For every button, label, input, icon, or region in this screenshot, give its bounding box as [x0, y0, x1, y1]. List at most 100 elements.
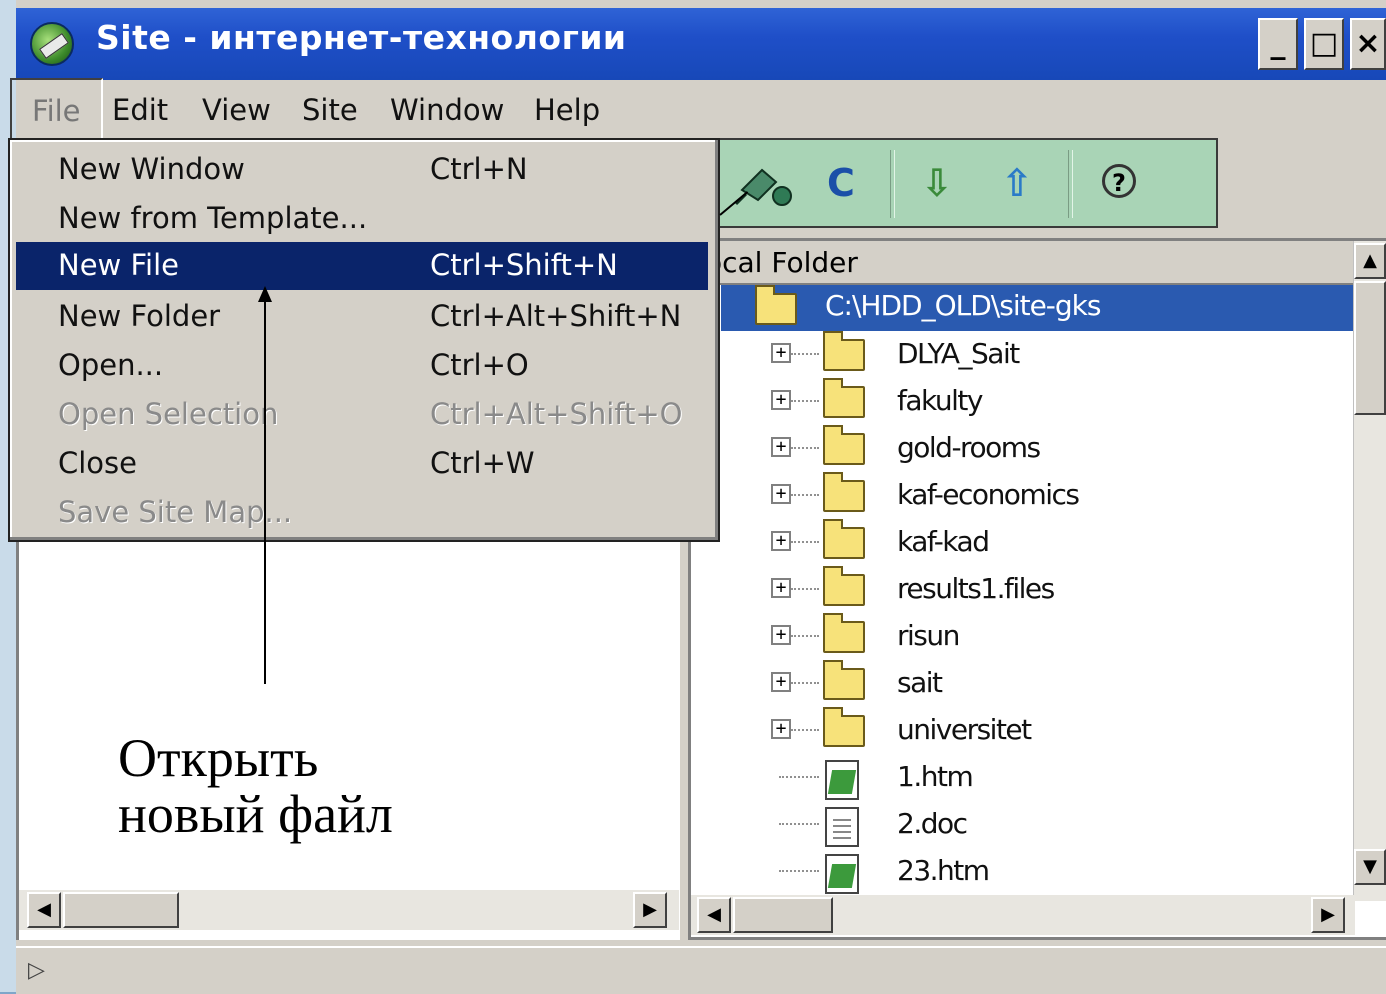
- scroll-right-button[interactable]: ▶: [1311, 897, 1345, 933]
- put-up-icon[interactable]: ⇧: [994, 160, 1040, 206]
- annotation-arrow-line: [264, 296, 266, 684]
- folder-icon: [823, 472, 865, 512]
- scroll-thumb[interactable]: [63, 892, 179, 928]
- expand-icon[interactable]: +: [771, 578, 791, 598]
- tree-item-label: 23.htm: [897, 854, 990, 887]
- menu-item-shortcut: Ctrl+Alt+Shift+N: [430, 299, 682, 333]
- doc-file-icon: [825, 807, 859, 847]
- folder-icon: [823, 331, 865, 371]
- expand-icon[interactable]: +: [771, 390, 791, 410]
- column-header-local-folder[interactable]: ocal Folder: [691, 241, 1355, 285]
- menu-edit[interactable]: Edit: [112, 90, 168, 130]
- expand-icon[interactable]: +: [771, 484, 791, 504]
- expand-icon[interactable]: +: [771, 531, 791, 551]
- file-menu-dropdown: New Window Ctrl+N New from Template... N…: [8, 138, 720, 542]
- status-bar: ▷: [16, 946, 1386, 994]
- menu-item-open-selection: Open Selection Ctrl+Alt+Shift+O: [16, 391, 708, 439]
- tree-item[interactable]: + fakulty: [771, 378, 1331, 426]
- menu-item-shortcut: Ctrl+N: [430, 152, 528, 186]
- tree-root-row[interactable]: C:\HDD_OLD\site-gks: [721, 285, 1357, 331]
- expand-icon[interactable]: +: [771, 343, 791, 363]
- tree-item[interactable]: 1.htm: [771, 756, 1331, 802]
- menu-item-label: New Folder: [58, 299, 221, 333]
- tree-item[interactable]: + kaf-economics: [771, 472, 1331, 520]
- expand-icon[interactable]: +: [771, 719, 791, 739]
- refresh-icon[interactable]: C: [818, 160, 864, 206]
- menu-item-new-folder[interactable]: New Folder Ctrl+Alt+Shift+N: [16, 293, 708, 341]
- menu-item-label: Open Selection: [58, 397, 279, 431]
- htm-file-icon: [825, 760, 859, 800]
- expand-icon[interactable]: +: [771, 625, 791, 645]
- scroll-left-button[interactable]: ◀: [27, 892, 61, 928]
- menu-item-shortcut: Ctrl+W: [430, 446, 535, 480]
- scroll-thumb[interactable]: [733, 897, 833, 933]
- menu-window[interactable]: Window: [390, 90, 504, 130]
- minimize-button[interactable]: _: [1258, 18, 1298, 70]
- scroll-down-button[interactable]: ▼: [1354, 849, 1386, 885]
- tree-item[interactable]: + risun: [771, 613, 1331, 661]
- scroll-left-button[interactable]: ◀: [697, 897, 731, 933]
- toolbar-separator: [1068, 150, 1073, 218]
- menu-item-label: Save Site Map...: [58, 495, 293, 529]
- annotation-line-2: новый файл: [118, 784, 393, 844]
- local-folder-pane[interactable]: ocal Folder C:\HDD_OLD\site-gks + DLYA_S…: [688, 238, 1386, 940]
- expand-icon[interactable]: +: [771, 672, 791, 692]
- maximize-button[interactable]: □: [1304, 18, 1344, 70]
- menu-item-save-site-map: Save Site Map...: [16, 489, 708, 537]
- tree-item[interactable]: + kaf-kad: [771, 519, 1331, 567]
- folder-icon: [823, 707, 865, 747]
- tree-item[interactable]: + sait: [771, 660, 1331, 708]
- folder-icon: [823, 425, 865, 465]
- menu-item-label: Close: [58, 446, 137, 480]
- expand-icon[interactable]: +: [771, 437, 791, 457]
- annotation-arrow-head: [258, 286, 272, 302]
- app-icon: [30, 22, 74, 66]
- tree-item[interactable]: 2.doc: [771, 803, 1331, 849]
- open-folder-icon: [755, 285, 797, 325]
- get-down-icon[interactable]: ⇩: [914, 160, 960, 206]
- title-bar[interactable]: Site - интернет-технологии _ □ ×: [16, 8, 1386, 80]
- menu-item-label: New File: [58, 248, 179, 282]
- menu-item-new-window[interactable]: New Window Ctrl+N: [16, 146, 708, 194]
- tree-item[interactable]: + gold-rooms: [771, 425, 1331, 473]
- tree-item[interactable]: + results1.files: [771, 566, 1331, 614]
- tree-item-label: universitet: [897, 713, 1032, 746]
- close-button[interactable]: ×: [1350, 18, 1386, 70]
- tree-item-label: 1.htm: [897, 760, 974, 793]
- annotation-line-1: Открыть: [118, 728, 319, 788]
- toolbar-separator: [890, 150, 895, 218]
- local-vscrollbar[interactable]: ▲ ▼: [1353, 241, 1386, 901]
- tree-item[interactable]: 23.htm: [771, 850, 1331, 896]
- remote-hscrollbar[interactable]: ◀ ▶: [19, 890, 679, 930]
- tree-item-label: 2.doc: [897, 807, 968, 840]
- tree-item[interactable]: + universitet: [771, 707, 1331, 755]
- local-hscrollbar[interactable]: ◀ ▶: [691, 895, 1355, 935]
- scroll-thumb[interactable]: [1354, 281, 1386, 415]
- menu-item-shortcut: Ctrl+O: [430, 348, 529, 382]
- menu-item-open[interactable]: Open... Ctrl+O: [16, 342, 708, 390]
- scroll-right-button[interactable]: ▶: [633, 892, 667, 928]
- menu-item-close[interactable]: Close Ctrl+W: [16, 440, 708, 488]
- menu-item-label: New from Template...: [58, 201, 368, 235]
- folder-icon: [823, 566, 865, 606]
- status-arrow-icon: ▷: [28, 958, 45, 983]
- menu-site[interactable]: Site: [302, 90, 358, 130]
- menu-bar: File Edit View Site Window Help: [10, 78, 1386, 144]
- menu-item-shortcut: Ctrl+Shift+N: [430, 248, 618, 282]
- folder-icon: [823, 613, 865, 653]
- scroll-up-button[interactable]: ▲: [1354, 243, 1386, 279]
- tree-item-label: kaf-economics: [897, 478, 1080, 511]
- help-icon[interactable]: ?: [1096, 160, 1142, 206]
- menu-item-new-file[interactable]: New File Ctrl+Shift+N: [16, 242, 708, 290]
- tree-item-label: risun: [897, 619, 960, 652]
- htm-file-icon: [825, 854, 859, 894]
- menu-file[interactable]: File: [10, 78, 103, 144]
- menu-help[interactable]: Help: [534, 90, 600, 130]
- tree-item[interactable]: + DLYA_Sait: [771, 331, 1331, 379]
- menu-item-label: Open...: [58, 348, 164, 382]
- tree-item-label: fakulty: [897, 384, 983, 417]
- menu-view[interactable]: View: [202, 90, 271, 130]
- connect-icon[interactable]: [732, 160, 802, 206]
- menu-item-new-from-template[interactable]: New from Template...: [16, 195, 708, 243]
- tree-item-label: results1.files: [897, 572, 1055, 605]
